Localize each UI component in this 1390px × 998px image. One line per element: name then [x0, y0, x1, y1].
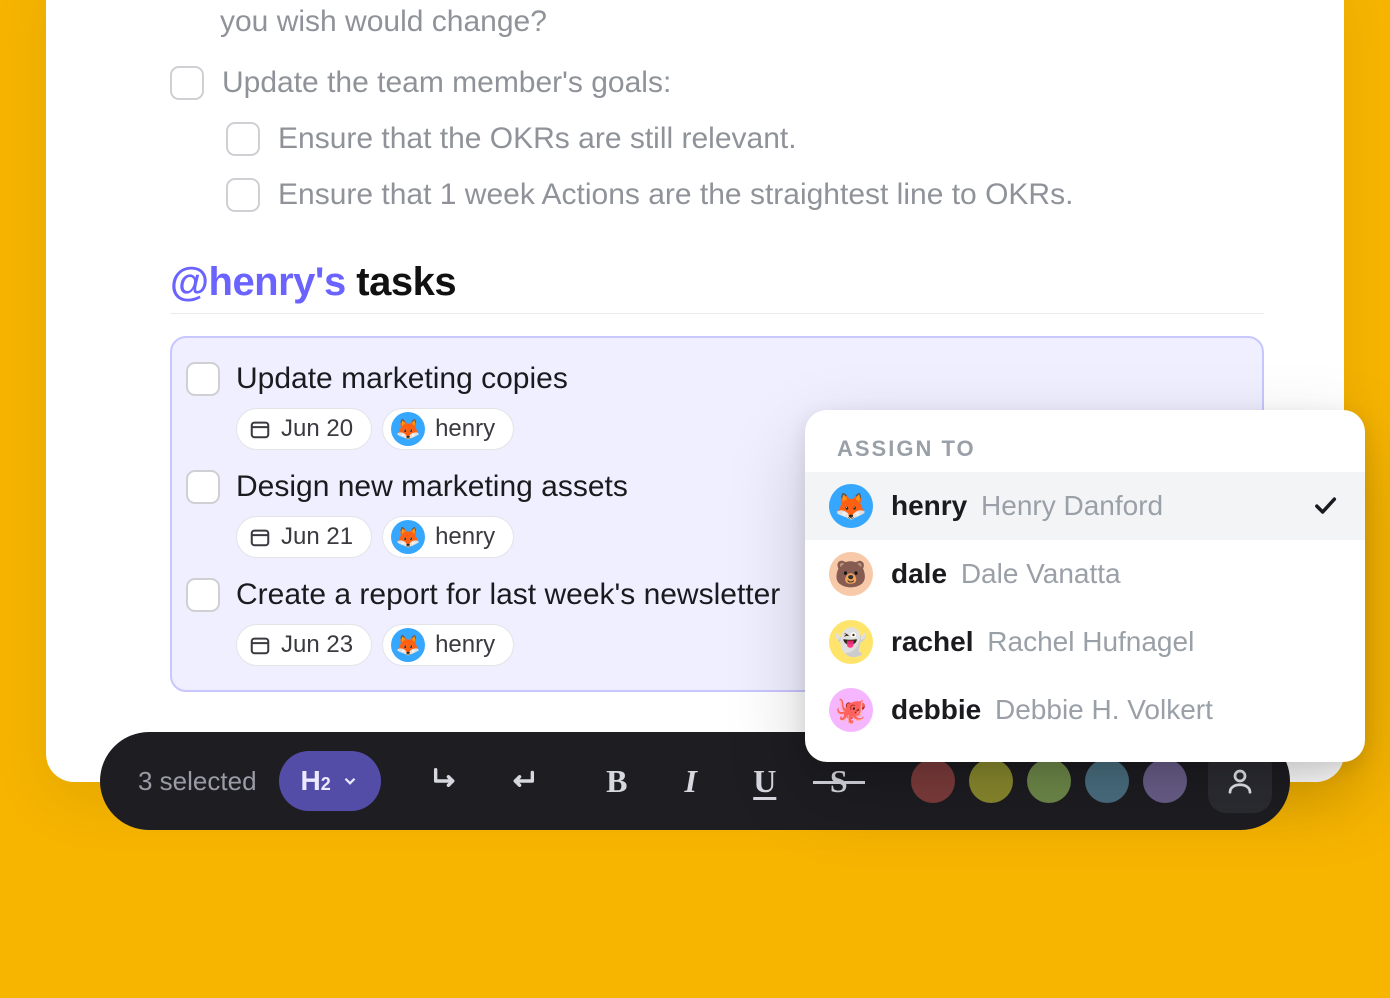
color-swatch[interactable]	[1027, 759, 1071, 803]
avatar-fox-icon: 🦊	[829, 484, 873, 528]
assign-username: henry	[891, 490, 967, 521]
calendar-icon	[249, 634, 271, 656]
color-swatches	[911, 759, 1187, 803]
checklist-text: Ensure that 1 week Actions are the strai…	[278, 174, 1073, 216]
assign-username: rachel	[891, 626, 974, 657]
heading-level-dropdown[interactable]: H2	[279, 751, 381, 811]
checklist-text: Update the team member's goals:	[222, 62, 671, 104]
assign-username: dale	[891, 558, 947, 589]
assignee-chip-label: henry	[435, 631, 495, 659]
color-swatch[interactable]	[969, 759, 1013, 803]
checkbox[interactable]	[226, 122, 260, 156]
assign-fullname: Dale Vanatta	[961, 558, 1121, 589]
date-chip[interactable]: Jun 20	[236, 408, 372, 450]
selection-count: 3 selected	[138, 766, 257, 797]
checkbox[interactable]	[186, 470, 220, 504]
assign-fullname: Debbie H. Volkert	[995, 694, 1213, 725]
color-swatch[interactable]	[1143, 759, 1187, 803]
heading-pill-sub: 2	[321, 774, 331, 795]
task-title: Update marketing copies	[236, 360, 1244, 398]
checkbox[interactable]	[186, 578, 220, 612]
indent-icon	[430, 764, 464, 798]
assign-to-popover: ASSIGN TO 🦊 henry Henry Danford 🐻 dale D…	[805, 410, 1365, 762]
person-icon	[1225, 766, 1255, 796]
avatar-fox-icon: 🦊	[391, 412, 425, 446]
avatar-bear-icon: 🐻	[829, 552, 873, 596]
assignee-chip-label: henry	[435, 415, 495, 443]
checkbox[interactable]	[170, 66, 204, 100]
underline-button[interactable]: U	[735, 751, 795, 811]
checkbox[interactable]	[186, 362, 220, 396]
calendar-icon	[249, 418, 271, 440]
return-button[interactable]	[491, 751, 551, 811]
assign-option[interactable]: 🦊 henry Henry Danford	[805, 472, 1365, 540]
calendar-icon	[249, 526, 271, 548]
assign-fullname: Rachel Hufnagel	[987, 626, 1194, 657]
assignee-chip[interactable]: 🦊 henry	[382, 624, 514, 666]
assign-option[interactable]: 🐻 dale Dale Vanatta	[805, 540, 1365, 608]
chevron-down-icon	[341, 772, 359, 790]
date-chip-label: Jun 23	[281, 631, 353, 659]
assignee-chip[interactable]: 🦊 henry	[382, 516, 514, 558]
color-swatch[interactable]	[1085, 759, 1129, 803]
assign-fullname: Henry Danford	[981, 490, 1163, 521]
checkbox[interactable]	[226, 178, 260, 212]
date-chip-label: Jun 21	[281, 523, 353, 551]
previous-line-fragment: you wish would change?	[220, 0, 1264, 44]
assign-option[interactable]: 👻 rachel Rachel Hufnagel	[805, 608, 1365, 676]
avatar-fox-icon: 🦊	[391, 628, 425, 662]
assignee-chip[interactable]: 🦊 henry	[382, 408, 514, 450]
italic-button[interactable]: I	[661, 751, 721, 811]
checklist-item[interactable]: Update the team member's goals:	[170, 62, 1264, 104]
color-swatch[interactable]	[911, 759, 955, 803]
return-icon	[504, 764, 538, 798]
bold-button[interactable]: B	[587, 751, 647, 811]
indent-button[interactable]	[417, 751, 477, 811]
checklist-text: Ensure that the OKRs are still relevant.	[278, 118, 797, 160]
avatar-ghost-icon: 👻	[829, 620, 873, 664]
check-icon	[1311, 491, 1341, 521]
date-chip[interactable]: Jun 21	[236, 516, 372, 558]
assignee-chip-label: henry	[435, 523, 495, 551]
assign-option[interactable]: 🐙 debbie Debbie H. Volkert	[805, 676, 1365, 744]
checklist-item[interactable]: Ensure that the OKRs are still relevant.	[226, 118, 1264, 160]
date-chip[interactable]: Jun 23	[236, 624, 372, 666]
date-chip-label: Jun 20	[281, 415, 353, 443]
popover-title: ASSIGN TO	[805, 436, 1365, 472]
heading-text: tasks	[346, 260, 456, 304]
user-mention[interactable]: @henry's	[170, 260, 346, 304]
avatar-fox-icon: 🦊	[391, 520, 425, 554]
checklist-item[interactable]: Ensure that 1 week Actions are the strai…	[226, 174, 1264, 216]
heading-pill-letter: H	[301, 765, 321, 797]
avatar-octopus-icon: 🐙	[829, 688, 873, 732]
section-heading: @henry's tasks	[170, 260, 1264, 314]
assign-username: debbie	[891, 694, 981, 725]
